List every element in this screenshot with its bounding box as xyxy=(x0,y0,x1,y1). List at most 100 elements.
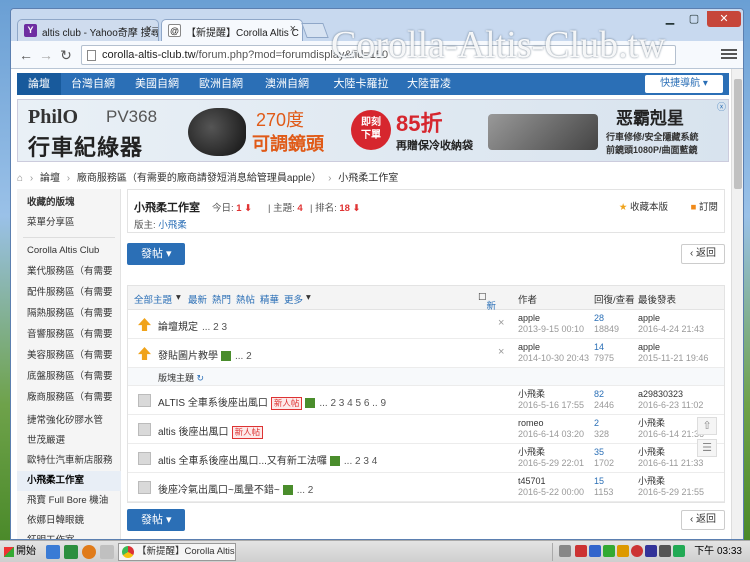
ad-banner[interactable]: PhilO PV368 行車紀綠器 270度 可調鏡頭 即刻 下單 85折 再贈保… xyxy=(17,99,729,162)
last-poster[interactable]: a29830323 xyxy=(638,389,703,400)
sidebar-item-fullbore[interactable]: 飛寶 Full Bore 機油 xyxy=(17,491,121,511)
moderator-link[interactable]: 小飛柔 xyxy=(158,220,187,231)
network-icon[interactable] xyxy=(589,545,601,557)
minimize-icon[interactable]: ▁ xyxy=(659,11,681,27)
new-post-button-bottom[interactable]: 發帖 ▾ xyxy=(127,509,185,531)
thread-pages[interactable]: ... 2 3 4 xyxy=(344,456,377,467)
list-view-icon[interactable]: ☰ xyxy=(697,439,717,457)
favorite-forum-button[interactable]: ★ 收藏本版 xyxy=(619,199,668,213)
start-button[interactable]: 開始 xyxy=(2,543,38,561)
hide-thread-icon[interactable]: × xyxy=(498,317,504,329)
thread-title[interactable]: 論壇規定 ... 2 3 xyxy=(158,318,227,333)
sidebar-item-menu-share[interactable]: 菜單分享區 xyxy=(17,213,121,233)
sidebar-item-chassis[interactable]: 底盤服務區（有需要 xyxy=(17,367,121,387)
quicklaunch-more-icon[interactable] xyxy=(100,545,114,559)
hide-thread-icon[interactable]: × xyxy=(498,346,504,358)
nav-us[interactable]: 美國自網 xyxy=(129,73,185,95)
author-name[interactable]: apple xyxy=(518,313,584,324)
table-row[interactable]: altis 全車系後座出風口...又有新工法囉... 2 3 4 小飛柔 2016… xyxy=(128,444,724,473)
thread-title[interactable]: altis 全車系後座出風口...又有新工法囉 ... 2 3 4 xyxy=(158,452,377,467)
refresh-icon[interactable]: ↻ xyxy=(197,373,205,383)
sidebar-item-xiaofeirou[interactable]: 小飛柔工作室 xyxy=(17,471,121,491)
last-poster[interactable]: 小飛柔 xyxy=(638,418,704,429)
table-row[interactable]: ALTIS 全車系後座出風口 新人帖... 2 3 4 5 6 .. 9 小飛柔 2… xyxy=(128,386,724,415)
table-row[interactable]: 發貼圖片教學... 2 × apple 2014-10-30 20:43 14 79… xyxy=(128,339,724,368)
sidebar-item-corolla-club[interactable]: Corolla Altis Club xyxy=(17,241,121,261)
thread-title[interactable]: altis 後座出風口 新人帖 xyxy=(158,423,264,439)
antivirus-icon[interactable] xyxy=(575,545,587,557)
sidebar-item-parts[interactable]: 配件服務區（有需要 xyxy=(17,283,121,303)
tray-app-icon[interactable] xyxy=(617,545,629,557)
new-window-checkbox[interactable]: ☐ 新窗 xyxy=(478,292,496,326)
sidebar-item-oterhs[interactable]: 歐特仕汽車新店服務 xyxy=(17,451,121,471)
filter-more[interactable]: 更多 xyxy=(284,292,303,306)
quicklaunch-desktop-icon[interactable] xyxy=(46,545,60,559)
thread-pages[interactable]: ... 2 3 xyxy=(202,322,227,333)
sidebar-item-vendor[interactable]: 廠商服務區（有需要 xyxy=(17,388,121,408)
tray-app-icon[interactable] xyxy=(631,545,643,557)
new-post-button[interactable]: 發帖 ▾ xyxy=(127,243,185,265)
tray-app-icon[interactable] xyxy=(603,545,615,557)
filter-digest[interactable]: 精華 xyxy=(260,292,279,306)
crumb-current[interactable]: 小飛柔工作室 xyxy=(338,173,398,184)
last-date[interactable]: 2016-5-29 21:55 xyxy=(638,487,704,498)
quicklaunch-media-icon[interactable] xyxy=(64,545,78,559)
address-bar[interactable]: corolla-altis-club.tw/forum.php?mod=foru… xyxy=(81,45,676,65)
keyboard-icon[interactable] xyxy=(559,545,571,557)
quick-nav-button[interactable]: 快捷導航 ▾ xyxy=(645,75,723,93)
last-poster[interactable]: 小飛柔 xyxy=(638,447,703,458)
filter-more-arrow[interactable]: ▾ xyxy=(306,292,311,303)
last-date[interactable]: 2016-4-24 21:43 xyxy=(638,324,704,335)
quicklaunch-firefox-icon[interactable] xyxy=(82,545,96,559)
last-date[interactable]: 2015-11-21 19:46 xyxy=(638,353,708,364)
author-name[interactable]: apple xyxy=(518,342,589,353)
thread-title[interactable]: 後座冷氣出風口~風量不錯~ ... 2 xyxy=(158,481,313,496)
nav-eu[interactable]: 歐洲自網 xyxy=(193,73,249,95)
menu-icon[interactable] xyxy=(721,47,737,63)
home-icon[interactable]: ⌂ xyxy=(17,173,23,184)
sidebar-item-sales[interactable]: 業代服務區（有需要 xyxy=(17,262,121,282)
crumb-forum[interactable]: 論壇 xyxy=(40,173,60,184)
table-row[interactable]: altis 後座出風口 新人帖 romeo 2016-6-14 03:20 2 328… xyxy=(128,415,724,444)
last-date[interactable]: 2016-6-11 21:33 xyxy=(638,458,703,469)
sidebar-item-hose[interactable]: 捷常強化矽膠水管 xyxy=(17,411,121,431)
author-name[interactable]: t45701 xyxy=(518,476,584,487)
filter-hot-thread[interactable]: 熱帖 xyxy=(236,292,255,306)
last-date[interactable]: 2016-6-14 21:36 xyxy=(638,429,704,440)
last-poster[interactable]: apple xyxy=(638,342,708,353)
filter-newest[interactable]: 最新 xyxy=(188,292,207,306)
page-scrollbar[interactable] xyxy=(731,69,743,539)
last-poster[interactable]: apple xyxy=(638,313,704,324)
subscribe-button[interactable]: ■ 訂閱 xyxy=(691,199,718,213)
table-row[interactable]: 後座冷氣出風口~風量不錯~ ... 2 t45701 2016-5-22 00:00… xyxy=(128,473,724,502)
nav-au[interactable]: 澳洲自網 xyxy=(257,73,317,95)
clock[interactable]: 下午 03:33 xyxy=(694,545,742,559)
nav-cn-levin[interactable]: 大陸雷凌 xyxy=(401,73,457,95)
window-close-icon[interactable]: ✕ xyxy=(707,11,741,27)
thread-pages[interactable]: ... 2 xyxy=(297,485,314,496)
new-tab-button[interactable] xyxy=(301,23,329,38)
thread-title[interactable]: ALTIS 全車系後座出風口 新人帖 ... 2 3 4 5 6 .. 9 xyxy=(158,394,386,410)
back-button-bottom[interactable]: ‹ 返回 xyxy=(681,510,725,530)
thread-pages[interactable]: ... 2 xyxy=(235,351,252,362)
forward-icon[interactable]: → xyxy=(37,46,55,64)
nav-forum[interactable]: 論壇 xyxy=(17,73,61,95)
sidebar-item-beauty[interactable]: 美容服務區（有需要 xyxy=(17,346,121,366)
author-name[interactable]: romeo xyxy=(518,418,584,429)
ad-close-icon[interactable]: ⓧ xyxy=(717,100,726,113)
volume-icon[interactable] xyxy=(659,545,671,557)
sidebar-item-audio[interactable]: 音響服務區（有需要 xyxy=(17,325,121,345)
reload-icon[interactable]: ↻ xyxy=(57,46,75,64)
thread-pages[interactable]: ... 2 3 4 5 6 .. 9 xyxy=(319,398,386,409)
filter-hot[interactable]: 熱門 xyxy=(212,292,231,306)
last-date[interactable]: 2016-6-23 11:02 xyxy=(638,400,703,411)
tray-app-icon[interactable] xyxy=(673,545,685,557)
tab-altis-club[interactable]: @ 【新提醒】Corolla Altis C × xyxy=(161,19,303,41)
sidebar-item-zhengming[interactable]: 鉦明工作室 xyxy=(17,531,121,539)
scroll-top-icon[interactable]: ⇧ xyxy=(697,417,717,435)
taskbar-chrome-item[interactable]: 【新提醒】Corolla Altis ... xyxy=(118,543,236,561)
author-name[interactable]: 小飛柔 xyxy=(518,389,584,400)
filter-all[interactable]: 全部主題 xyxy=(134,292,172,306)
maximize-icon[interactable]: ▢ xyxy=(683,11,705,27)
tab-yahoo[interactable]: Y altis club - Yahoo奇摩 搜尋 × xyxy=(17,19,159,41)
